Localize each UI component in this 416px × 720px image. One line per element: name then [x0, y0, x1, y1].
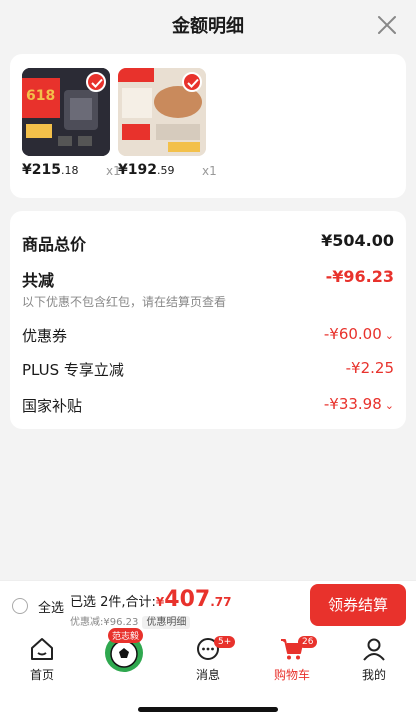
tab-messages[interactable]: 5+ 消息 [178, 636, 238, 683]
subsidy-label: 国家补贴 [22, 397, 83, 415]
tab-label: 我的 [361, 668, 386, 682]
coupon-row[interactable]: 优惠券 -¥60.00 ⌄ [22, 325, 394, 346]
reduce-label: 共减 [22, 271, 55, 290]
reduce-value: -¥96.23 [325, 267, 394, 286]
selected-summary: 已选 2件,合计:¥407.77 [70, 587, 232, 612]
tab-promo[interactable]: 范志毅 [94, 628, 154, 674]
select-all-radio[interactable] [12, 598, 28, 614]
discount-detail-tag[interactable]: 优惠明细 [142, 616, 191, 629]
product-price: ¥192.59 [118, 162, 175, 178]
reduce-note: 以下优惠不包含红包，请在结算页查看 [22, 295, 227, 309]
cart-badge: 26 [298, 636, 318, 648]
promo-badge: 范志毅 [108, 628, 144, 643]
tab-label: 首页 [29, 668, 54, 682]
product-price: ¥215.18 [22, 162, 79, 178]
tab-profile[interactable]: 我的 [344, 636, 404, 683]
subsidy-value[interactable]: -¥33.98 ⌄ [324, 395, 394, 413]
reduce-row: 共减 -¥96.23 [22, 267, 394, 291]
bottom-tab-bar: 首页 范志毅 5+ 消息 26 购物车 我的 [0, 628, 416, 720]
message-badge: 5+ [214, 636, 236, 648]
product-card: 618 ¥215.18 x1 ¥192.59 x1 [10, 54, 406, 198]
coupon-value[interactable]: -¥60.00 ⌄ [324, 325, 394, 343]
product-thumbnail[interactable] [118, 68, 206, 156]
plus-value: -¥2.25 [345, 359, 394, 377]
svg-text:618: 618 [26, 88, 55, 104]
tab-home[interactable]: 首页 [12, 636, 72, 683]
total-value: ¥504.00 [321, 231, 394, 250]
tab-label: 消息 [195, 668, 220, 682]
home-indicator [138, 707, 278, 712]
home-icon [31, 638, 53, 660]
profile-icon [363, 638, 385, 661]
amount-detail-sheet: 金额明细 618 ¥215.18 x1 ¥192.59 x1 商品总价 ¥504… [0, 0, 416, 580]
sheet-title: 金额明细 [172, 16, 244, 37]
plus-row: PLUS 专享立减 -¥2.25 [22, 359, 394, 380]
price-summary-card: 商品总价 ¥504.00 共减 -¥96.23 以下优惠不包含红包，请在结算页查… [10, 211, 406, 429]
tab-cart[interactable]: 26 购物车 [262, 636, 322, 683]
tab-label: 购物车 [273, 668, 310, 682]
selected-check-icon [182, 72, 202, 92]
checkout-bar: 全选 已选 2件,合计:¥407.77 优惠减:¥96.23 优惠明细 领券结算 [0, 580, 416, 630]
close-icon[interactable] [376, 14, 398, 36]
coupon-label: 优惠券 [22, 327, 68, 345]
plus-label: PLUS 专享立减 [22, 361, 124, 379]
product-thumbnail[interactable]: 618 [22, 68, 110, 156]
total-label: 商品总价 [22, 235, 87, 254]
selected-check-icon [86, 72, 106, 92]
chevron-down-icon: ⌄ [384, 329, 394, 342]
total-row: 商品总价 ¥504.00 [22, 231, 394, 255]
discount-line: 优惠减:¥96.23 优惠明细 [70, 613, 191, 629]
product-quantity: x1 [202, 164, 217, 178]
total-price: ¥407.77 [155, 587, 232, 612]
checkout-button[interactable]: 领券结算 [310, 584, 406, 626]
select-all-label[interactable]: 全选 [38, 597, 64, 616]
subsidy-row[interactable]: 国家补贴 -¥33.98 ⌄ [22, 395, 394, 416]
chevron-down-icon: ⌄ [384, 399, 394, 412]
